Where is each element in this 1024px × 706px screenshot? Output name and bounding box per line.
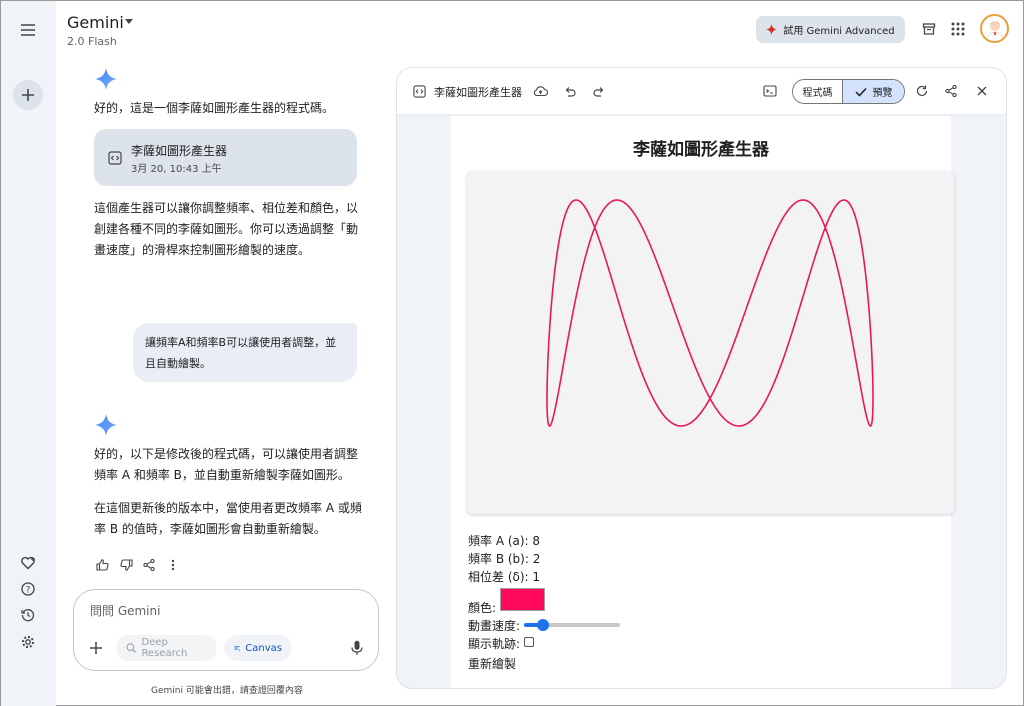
plus-icon: [22, 89, 34, 101]
redo-icon[interactable]: [590, 82, 608, 100]
close-icon[interactable]: [973, 82, 991, 100]
freq-a-label: 頻率 A (a): 8: [468, 534, 541, 548]
assistant-message-body: 這個產生器可以讓你調整頻率、相位差和顏色，以創建各種不同的李薩如圖形。你可以透過…: [94, 201, 359, 257]
model-dropdown-caret-icon[interactable]: [125, 19, 133, 24]
lissajous-canvas: [467, 171, 954, 514]
refresh-icon[interactable]: [913, 82, 931, 100]
preview-heading: 李薩如圖形產生器: [633, 140, 769, 160]
gemini-sparkle-icon: [95, 414, 117, 436]
left-rail: ?: [1, 1, 56, 706]
avatar[interactable]: [980, 14, 1009, 43]
code-file-icon: [108, 151, 122, 165]
freq-b-label: 頻率 B (b): 2: [468, 552, 541, 566]
artifact-title: 李薩如圖形產生器: [131, 144, 228, 158]
history-icon[interactable]: [15, 602, 41, 628]
user-message: 讓頻率A和頻率B可以讓使用者調整，並且自動繪製。: [133, 323, 357, 382]
lissajous-plot: [546, 199, 874, 427]
artifact-timestamp: 3月 20, 10:43 上午: [131, 164, 222, 175]
canvas-button[interactable]: Canvas: [224, 635, 292, 661]
apps-grid-icon[interactable]: [947, 18, 969, 40]
canvas-label: Canvas: [245, 642, 282, 654]
canvas-icon: [234, 646, 240, 651]
menu-icon[interactable]: [15, 17, 41, 43]
deep-research-icon: [126, 643, 136, 653]
trail-label: 顯示軌跡:: [468, 637, 521, 651]
speed-slider-thumb[interactable]: [537, 619, 550, 631]
keep-icon[interactable]: [918, 18, 940, 40]
color-label: 顏色:: [468, 601, 497, 615]
assistant-message-reply: 好的，以下是修改後的程式碼，可以讓使用者調整頻率 A 和頻率 B，並自動重新繪製…: [94, 447, 359, 482]
assistant-message-intro: 好的，這是一個李薩如圖形產生器的程式碼。: [94, 101, 335, 115]
phase-label: 相位差 (δ): 1: [468, 570, 541, 584]
gemini-sparkle-icon: [95, 68, 117, 90]
canvas-toolbar: 李薩如圖形產生器 程式碼 預覽: [397, 68, 1006, 115]
preview-frame: 李薩如圖形產生器 頻率 A (a): 8 頻率 B (b): 2 相位差 (δ)…: [451, 116, 954, 688]
redraw-button[interactable]: 重新繪製: [468, 655, 516, 672]
thumbs-up-icon[interactable]: [95, 558, 109, 572]
disclaimer: Gemini 可能會出錯，請查證回覆內容: [151, 686, 303, 696]
preview-tab-label: 預覽: [872, 88, 893, 99]
more-options-icon[interactable]: [166, 558, 180, 572]
color-picker[interactable]: [500, 588, 545, 611]
speed-slider[interactable]: [524, 618, 620, 632]
view-toggle: 程式碼 預覽: [792, 79, 905, 104]
cloud-upload-icon[interactable]: [531, 82, 549, 100]
console-icon[interactable]: [761, 82, 779, 100]
prompt-input-box[interactable]: 問問 Gemini Deep Research Canvas: [73, 589, 379, 671]
code-file-icon: [410, 82, 428, 100]
deep-research-button[interactable]: Deep Research: [116, 635, 217, 661]
preview-tab[interactable]: 預覽: [843, 80, 904, 103]
check-icon: [854, 87, 867, 97]
gem-icon[interactable]: [15, 550, 41, 576]
model-name[interactable]: 2.0 Flash: [67, 35, 117, 48]
code-tab[interactable]: 程式碼: [793, 80, 843, 103]
try-advanced-label: 試用 Gemini Advanced: [783, 26, 895, 37]
lissajous-curve: [546, 199, 874, 427]
microphone-icon[interactable]: [350, 640, 364, 656]
trail-checkbox[interactable]: [524, 637, 534, 647]
undo-icon[interactable]: [561, 82, 579, 100]
deep-research-label: Deep Research: [141, 637, 188, 659]
canvas-panel: 李薩如圖形產生器 程式碼 預覽 李薩如圖形產生器 頻率 A (a): 8 頻率 …: [396, 67, 1007, 689]
svg-text:?: ?: [26, 586, 31, 596]
artifact-card[interactable]: 李薩如圖形產生器 3月 20, 10:43 上午: [94, 129, 357, 186]
new-chat-button[interactable]: [13, 80, 43, 110]
speed-label: 動畫速度:: [468, 619, 521, 633]
assistant-message-note: 在這個更新後的版本中，當使用者更改頻率 A 或頻率 B 的值時，李薩如圖形會自動…: [94, 501, 362, 536]
canvas-title: 李薩如圖形產生器: [434, 86, 522, 99]
share-icon[interactable]: [142, 558, 156, 572]
thumbs-down-icon[interactable]: [119, 558, 133, 572]
sparkle-icon: [766, 24, 778, 35]
app-title[interactable]: Gemini: [67, 13, 124, 32]
settings-icon[interactable]: [15, 629, 41, 655]
plus-icon: [90, 642, 102, 654]
share-icon[interactable]: [942, 82, 960, 100]
prompt-input[interactable]: 問問 Gemini: [90, 602, 160, 619]
help-icon[interactable]: ?: [15, 576, 41, 602]
attach-plus-button[interactable]: [86, 638, 106, 658]
try-advanced-button[interactable]: 試用 Gemini Advanced: [756, 16, 905, 43]
